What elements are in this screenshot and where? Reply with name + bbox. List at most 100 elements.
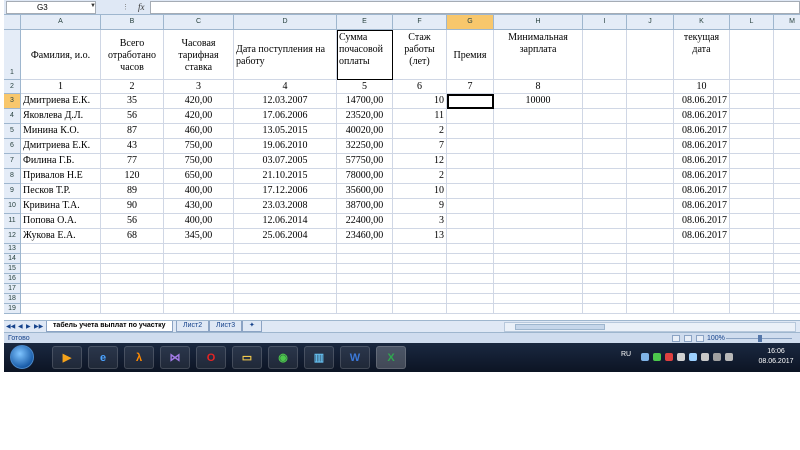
- cell-f13[interactable]: [393, 244, 447, 254]
- hourly-pay-sum[interactable]: 32250,00: [337, 139, 393, 154]
- hourly-rate[interactable]: 460,00: [164, 124, 234, 139]
- tray-power-icon[interactable]: [713, 353, 721, 361]
- hours-worked[interactable]: 56: [101, 109, 164, 124]
- cell-j2[interactable]: [627, 80, 674, 94]
- cell-f15[interactable]: [393, 264, 447, 274]
- cell-h18[interactable]: [494, 294, 583, 304]
- cell-i3[interactable]: [583, 94, 627, 109]
- cell-m15[interactable]: [774, 264, 800, 274]
- cell-l9[interactable]: [730, 184, 774, 199]
- row-header-1[interactable]: 1: [4, 30, 21, 80]
- column-header-j[interactable]: J: [627, 15, 674, 30]
- column-header-i[interactable]: I: [583, 15, 627, 30]
- hours-worked[interactable]: 89: [101, 184, 164, 199]
- row-header-6[interactable]: 6: [4, 139, 21, 154]
- cell-l19[interactable]: [730, 304, 774, 314]
- hire-date[interactable]: 23.03.2008: [234, 199, 337, 214]
- hire-date[interactable]: 13.05.2015: [234, 124, 337, 139]
- column-number-d[interactable]: 4: [234, 80, 337, 94]
- row-header-5[interactable]: 5: [4, 124, 21, 139]
- cell-d15[interactable]: [234, 264, 337, 274]
- hire-date[interactable]: 12.06.2014: [234, 214, 337, 229]
- header-h[interactable]: Минимальная зарплата: [494, 30, 583, 80]
- network-app-icon[interactable]: ◉: [268, 346, 298, 369]
- cell-g9[interactable]: [447, 184, 494, 199]
- employee-name[interactable]: Попова О.А.: [21, 214, 101, 229]
- cell-m16[interactable]: [774, 274, 800, 284]
- current-date[interactable]: 08.06.2017: [674, 229, 730, 244]
- employee-name[interactable]: Дмитриева Е.К.: [21, 139, 101, 154]
- row-header-7[interactable]: 7: [4, 154, 21, 169]
- cell-m6[interactable]: [774, 139, 800, 154]
- half-life-icon[interactable]: λ: [124, 346, 154, 369]
- cell-h8[interactable]: [494, 169, 583, 184]
- cell-m4[interactable]: [774, 109, 800, 124]
- cell-g7[interactable]: [447, 154, 494, 169]
- hourly-pay-sum[interactable]: 78000,00: [337, 169, 393, 184]
- cell-b16[interactable]: [101, 274, 164, 284]
- cell-i8[interactable]: [583, 169, 627, 184]
- cell-h17[interactable]: [494, 284, 583, 294]
- header-g[interactable]: Премия: [447, 30, 494, 80]
- cell-g11[interactable]: [447, 214, 494, 229]
- cell-m1[interactable]: [774, 30, 800, 80]
- cell-g10[interactable]: [447, 199, 494, 214]
- cell-m7[interactable]: [774, 154, 800, 169]
- cell-g13[interactable]: [447, 244, 494, 254]
- hourly-rate[interactable]: 750,00: [164, 154, 234, 169]
- cell-j1[interactable]: [627, 30, 674, 80]
- column-header-g[interactable]: G: [447, 15, 494, 30]
- hourly-pay-sum[interactable]: 35600,00: [337, 184, 393, 199]
- hire-date[interactable]: 21.10.2015: [234, 169, 337, 184]
- cell-i14[interactable]: [583, 254, 627, 264]
- cell-j19[interactable]: [627, 304, 674, 314]
- cell-i9[interactable]: [583, 184, 627, 199]
- cell-e15[interactable]: [337, 264, 393, 274]
- cell-a13[interactable]: [21, 244, 101, 254]
- tray-network-icon[interactable]: [689, 353, 697, 361]
- hire-date[interactable]: 19.06.2010: [234, 139, 337, 154]
- cell-j8[interactable]: [627, 169, 674, 184]
- cell-b18[interactable]: [101, 294, 164, 304]
- zoom-slider-knob[interactable]: [758, 335, 762, 342]
- cell-l3[interactable]: [730, 94, 774, 109]
- normal-view-icon[interactable]: [672, 335, 680, 342]
- hourly-rate[interactable]: 400,00: [164, 214, 234, 229]
- cell-l16[interactable]: [730, 274, 774, 284]
- cell-a14[interactable]: [21, 254, 101, 264]
- cell-m3[interactable]: [774, 94, 800, 109]
- hourly-rate[interactable]: 650,00: [164, 169, 234, 184]
- cell-a16[interactable]: [21, 274, 101, 284]
- column-header-k[interactable]: K: [674, 15, 730, 30]
- cell-a19[interactable]: [21, 304, 101, 314]
- cell-j13[interactable]: [627, 244, 674, 254]
- cell-g17[interactable]: [447, 284, 494, 294]
- cell-b14[interactable]: [101, 254, 164, 264]
- cell-f14[interactable]: [393, 254, 447, 264]
- cell-i4[interactable]: [583, 109, 627, 124]
- hire-date[interactable]: 17.06.2006: [234, 109, 337, 124]
- tray-volume-icon[interactable]: [725, 353, 733, 361]
- cell-e17[interactable]: [337, 284, 393, 294]
- header-c[interactable]: Часовая тарифная ставка: [164, 30, 234, 80]
- cell-f18[interactable]: [393, 294, 447, 304]
- column-header-b[interactable]: B: [101, 15, 164, 30]
- cell-k15[interactable]: [674, 264, 730, 274]
- cell-k14[interactable]: [674, 254, 730, 264]
- prev-sheet-icon[interactable]: ◀: [18, 322, 23, 332]
- cell-e13[interactable]: [337, 244, 393, 254]
- cell-j11[interactable]: [627, 214, 674, 229]
- visual-studio-icon[interactable]: ⋈: [160, 346, 190, 369]
- cell-k17[interactable]: [674, 284, 730, 294]
- min-salary-value[interactable]: 10000: [494, 94, 583, 109]
- cell-g18[interactable]: [447, 294, 494, 304]
- employee-name[interactable]: Жукова Е.А.: [21, 229, 101, 244]
- employee-name[interactable]: Филина Г.Б.: [21, 154, 101, 169]
- hire-date[interactable]: 17.12.2006: [234, 184, 337, 199]
- cell-a18[interactable]: [21, 294, 101, 304]
- cell-k13[interactable]: [674, 244, 730, 254]
- zoom-slider[interactable]: [726, 335, 792, 342]
- row-header-3[interactable]: 3: [4, 94, 21, 109]
- cell-i1[interactable]: [583, 30, 627, 80]
- current-date[interactable]: 08.06.2017: [674, 139, 730, 154]
